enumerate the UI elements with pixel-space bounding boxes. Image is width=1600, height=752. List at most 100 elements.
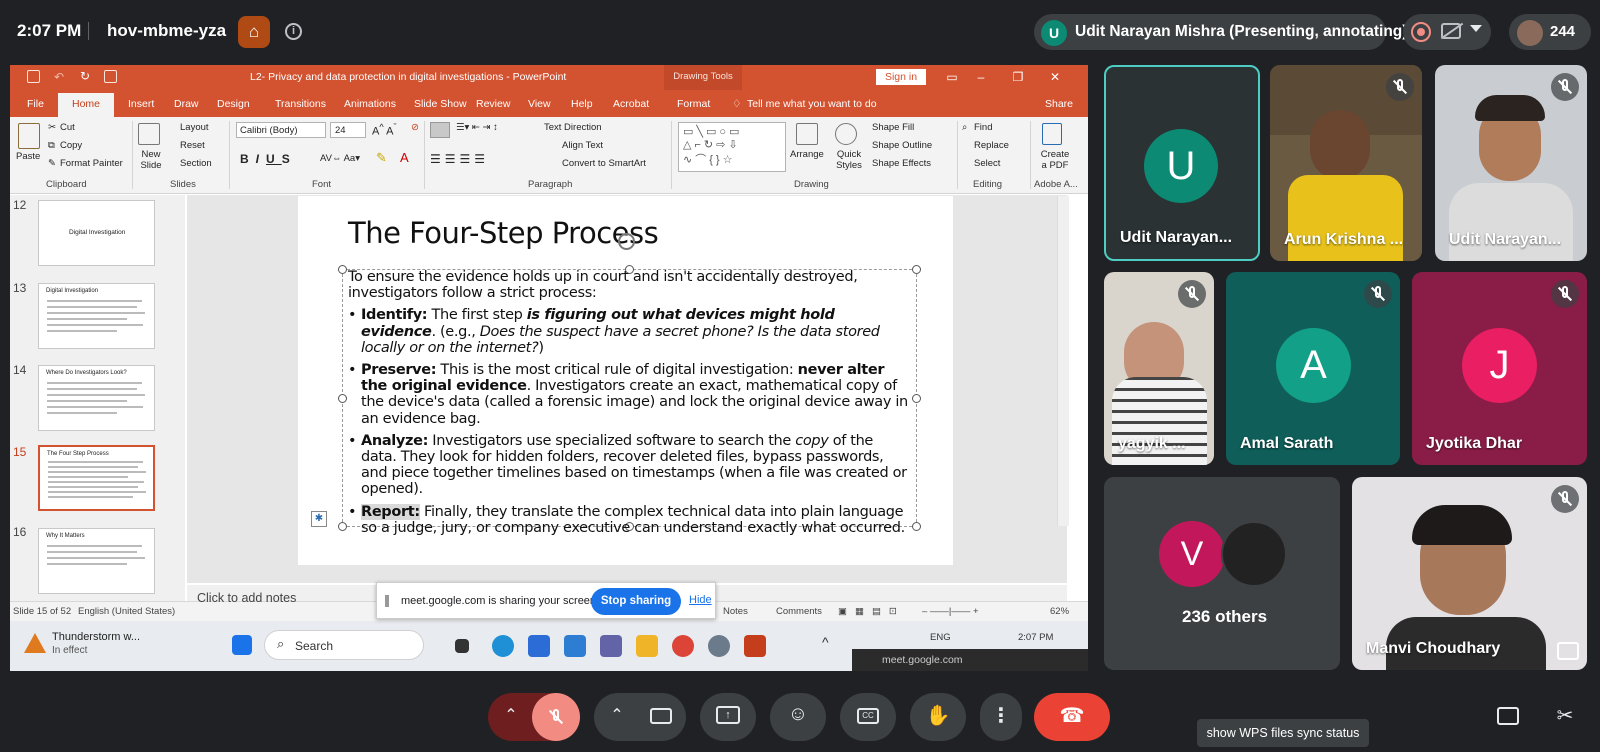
share-button[interactable]: Share (1045, 98, 1073, 110)
create-pdf-button[interactable]: Create a PDF (1038, 149, 1072, 171)
taskbar-clock[interactable]: 2:07 PM (1018, 632, 1053, 643)
rotate-handle-icon[interactable] (618, 233, 635, 250)
view-buttons[interactable]: ▣▦▤⊡ (838, 606, 905, 617)
participant-tile-self[interactable]: U Udit Narayan... (1104, 65, 1260, 261)
edge-icon[interactable] (492, 635, 514, 657)
pip-icon[interactable] (1557, 642, 1579, 660)
notes-placeholder[interactable]: Click to add notes (197, 591, 296, 605)
zoom-level[interactable]: 62% (1050, 606, 1069, 617)
list-buttons[interactable]: ☰▾ ⇤ ⇥ ↕ (456, 122, 498, 133)
participant-tile[interactable]: A Amal Sarath (1226, 272, 1400, 465)
design-ideas-icon[interactable]: ✱ (311, 511, 327, 527)
clear-format-icon[interactable]: ⊘ (411, 122, 419, 133)
info-icon[interactable]: i (285, 23, 302, 40)
task-view-icon[interactable] (455, 639, 469, 653)
find-button[interactable]: Find (974, 122, 992, 133)
taskbar-search[interactable]: ⌕ Search (264, 630, 424, 660)
shape-outline-button[interactable]: Shape Outline (872, 140, 932, 151)
grow-font-icon[interactable]: A^ Aˇ (372, 122, 397, 138)
format-painter-button[interactable]: Format Painter (60, 158, 123, 169)
resize-handle[interactable] (338, 265, 347, 274)
slide-thumbnail-13[interactable]: Digital Investigation (38, 283, 155, 349)
resize-handle[interactable] (338, 522, 347, 531)
tab-slide-show[interactable]: Slide Show (414, 98, 467, 110)
slide-body-text[interactable]: To ensure the evidence holds up in court… (348, 269, 908, 542)
tab-home[interactable]: Home (58, 93, 114, 117)
section-button[interactable]: Section (180, 158, 212, 169)
resize-handle[interactable] (912, 394, 921, 403)
quick-styles-button[interactable]: Quick Styles (832, 149, 866, 171)
new-slide-button[interactable]: New Slide (136, 149, 166, 171)
weather-text[interactable]: Thunderstorm w... (52, 631, 140, 643)
slide-thumbnail-14[interactable]: Where Do Investigators Look? (38, 365, 155, 431)
hide-link[interactable]: Hide (689, 594, 712, 606)
replace-button[interactable]: Replace (974, 140, 1009, 151)
font-style-buttons[interactable]: BIUS (240, 152, 297, 166)
file-explorer-icon[interactable] (636, 635, 658, 657)
resize-handle[interactable] (912, 265, 921, 274)
zoom-slider[interactable]: – ——|—— + (922, 606, 979, 617)
paste-icon[interactable] (18, 123, 40, 149)
tab-acrobat[interactable]: Acrobat (613, 98, 649, 110)
slide-thumbnail-12[interactable]: Digital Investigation (38, 200, 155, 266)
weather-alert-icon[interactable] (24, 633, 46, 653)
slide-title[interactable]: The Four-Step Process (348, 216, 659, 250)
tab-help[interactable]: Help (571, 98, 593, 110)
char-spacing-icon[interactable]: AV⇔ Aa▾ (320, 153, 360, 164)
resize-handle[interactable] (338, 394, 347, 403)
format-painter-icon[interactable]: ✎ (48, 158, 56, 169)
notes-button[interactable]: Notes (723, 606, 748, 617)
scissors-icon[interactable]: ✂ (48, 122, 56, 133)
participant-tile[interactable]: Manvi Choudhary (1352, 477, 1587, 670)
participant-tile[interactable]: yagyik ... (1104, 272, 1214, 465)
save-icon[interactable] (27, 70, 40, 83)
tell-me-search[interactable]: Tell me what you want to do (747, 98, 877, 110)
outlook-icon[interactable] (528, 635, 550, 657)
language[interactable]: English (United States) (78, 606, 175, 617)
activities-icon[interactable]: ✂ (1552, 703, 1578, 728)
participant-tile[interactable]: J Jyotika Dhar (1412, 272, 1587, 465)
windows-start-icon[interactable] (232, 635, 252, 655)
select-button[interactable]: Select (974, 158, 1000, 169)
chevron-up-icon[interactable]: ⌃ (606, 705, 628, 725)
chevron-down-icon[interactable] (1470, 25, 1482, 32)
tab-file[interactable]: File (27, 98, 44, 110)
align-text-button[interactable]: Align Text (562, 140, 603, 151)
tab-draw[interactable]: Draw (174, 98, 199, 110)
tab-transitions[interactable]: Transitions (275, 98, 326, 110)
highlight-icon[interactable]: ✎ (376, 150, 387, 166)
shape-effects-button[interactable]: Shape Effects (872, 158, 931, 169)
present-icon[interactable] (104, 70, 117, 83)
chat-icon[interactable] (1497, 707, 1519, 725)
cut-button[interactable]: Cut (60, 122, 75, 133)
font-color-icon[interactable]: A (400, 150, 409, 165)
close-icon[interactable]: ✕ (1046, 69, 1064, 85)
chrome-icon[interactable] (672, 635, 694, 657)
tab-review[interactable]: Review (476, 98, 510, 110)
copy-icon[interactable]: ⧉ (48, 140, 55, 151)
tab-insert[interactable]: Insert (128, 98, 154, 110)
layout-button[interactable]: Layout (180, 122, 209, 133)
alignment-buttons[interactable]: ☰☰☰☰ (430, 152, 489, 166)
chevron-up-icon[interactable]: ⌃ (500, 705, 522, 725)
meeting-room-icon[interactable]: ⌂ (238, 16, 270, 48)
slide-thumbnail-16[interactable]: Why It Matters (38, 528, 155, 594)
text-direction-button[interactable]: Text Direction (544, 122, 602, 133)
tab-view[interactable]: View (528, 98, 551, 110)
pdf-icon[interactable] (1042, 123, 1062, 145)
redo-icon[interactable]: ↻ (80, 69, 90, 83)
copy-button[interactable]: Copy (60, 140, 82, 151)
sign-in-button[interactable]: Sign in (876, 69, 926, 85)
arrange-icon[interactable] (796, 123, 818, 145)
stop-sharing-button[interactable]: Stop sharing (591, 588, 681, 615)
current-slide[interactable]: The Four-Step Process To ensure the evid… (298, 196, 953, 565)
drag-handle-icon[interactable] (385, 595, 389, 607)
font-size-select[interactable]: 24 (330, 122, 366, 138)
participant-tile[interactable]: Arun Krishna ... (1270, 65, 1422, 261)
minimize-icon[interactable]: – (972, 69, 990, 85)
paste-button[interactable]: Paste (16, 151, 40, 162)
resize-handle[interactable] (912, 522, 921, 531)
settings-icon[interactable] (708, 635, 730, 657)
shapes-gallery[interactable]: ▭╲▭○▭ △⌐↻⇨⇩ ∿⌒{}☆ (678, 122, 786, 172)
store-icon[interactable] (564, 635, 586, 657)
